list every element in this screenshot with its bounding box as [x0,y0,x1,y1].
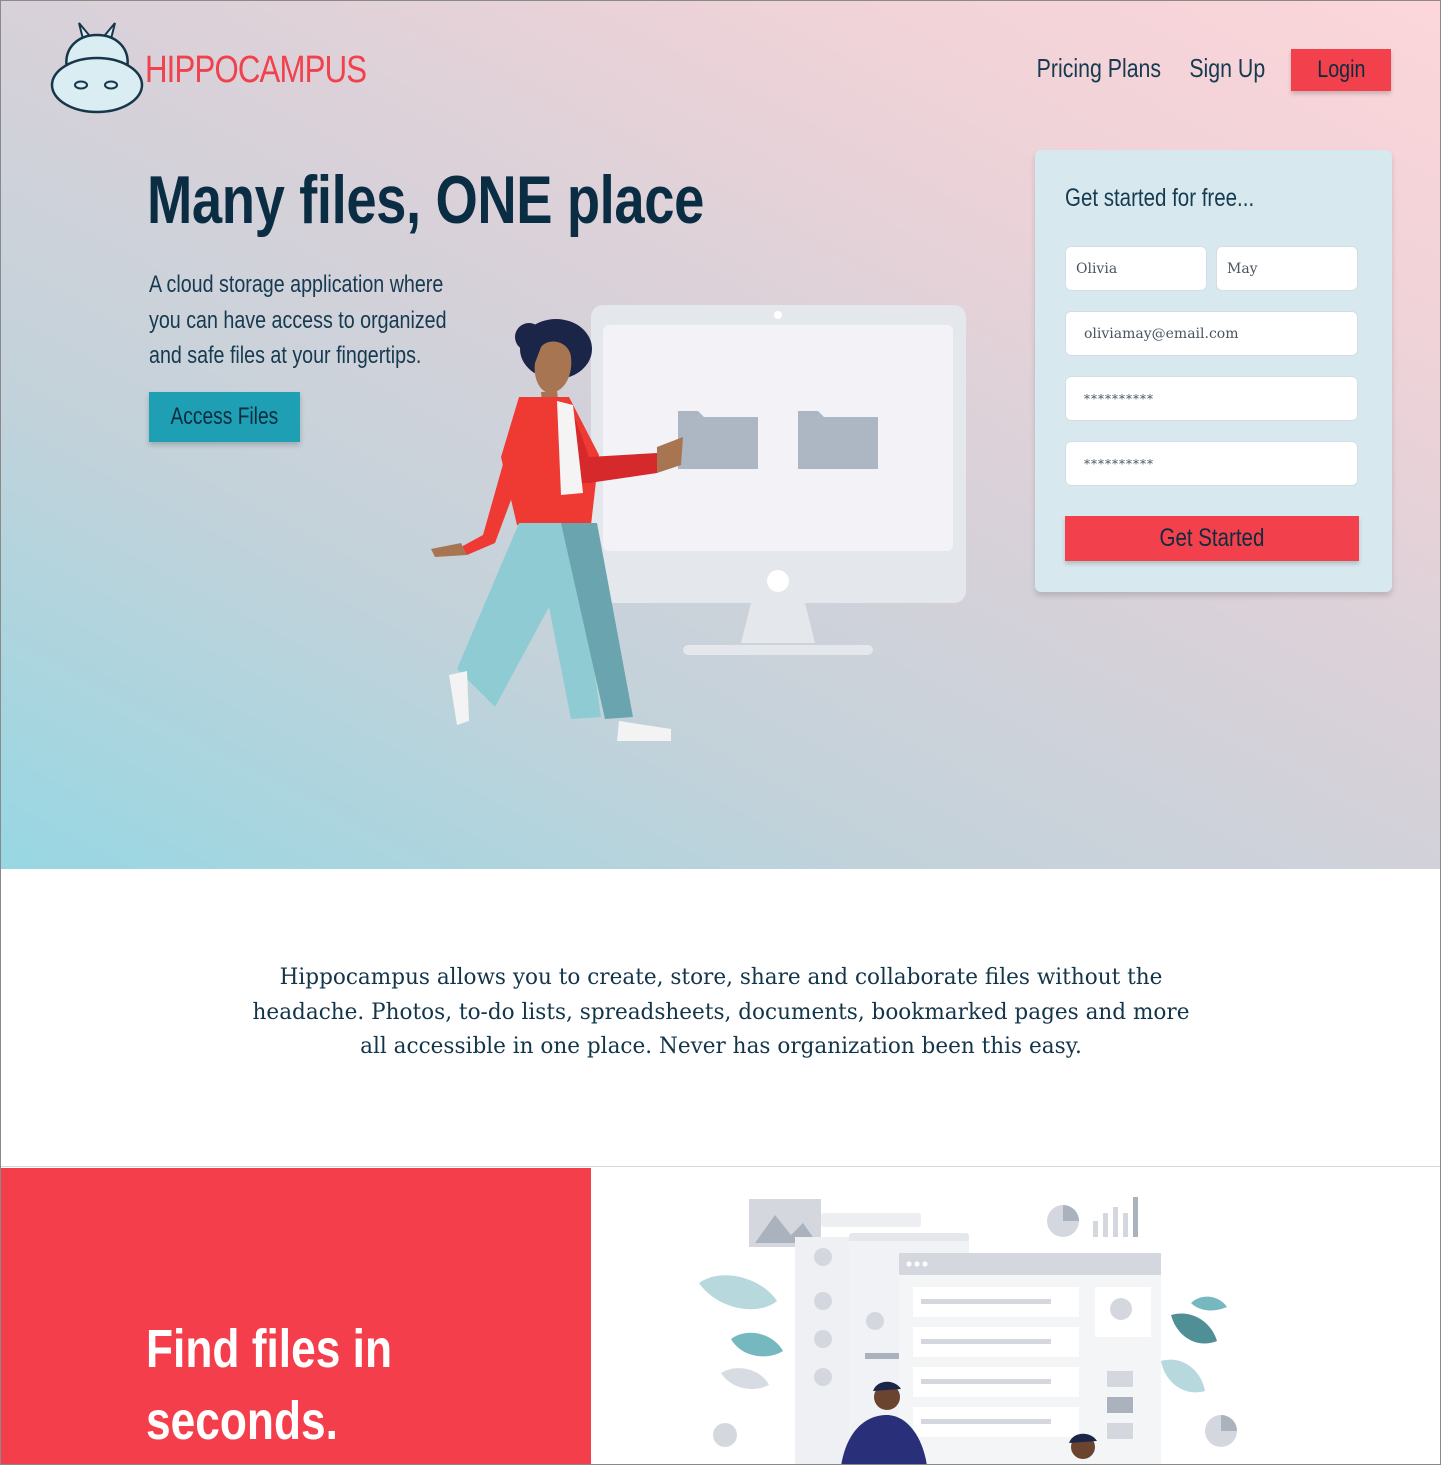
page: HIPPOCAMPUS Pricing Plans Sign Up Login … [0,0,1441,1465]
feature-title: Find files in seconds. [146,1319,393,1451]
hero-headline: Many files, ONE place [147,162,704,238]
password-field[interactable]: ********** [1065,376,1358,421]
confirm-password-field[interactable]: ********** [1065,441,1358,486]
person-at-monitor-illustration [431,305,966,741]
nav-pricing-plans[interactable]: Pricing Plans [1037,53,1161,84]
signup-card: Get started for free... Olivia May olivi… [1035,150,1392,592]
signup-title: Get started for free... [1065,184,1255,212]
about-section: Hippocampus allows you to create, store,… [1,869,1440,1167]
hippo-icon [50,22,144,114]
login-button[interactable]: Login [1291,49,1391,91]
get-started-label: Get Started [1159,524,1265,552]
brand-name: HIPPOCAMPUS [145,49,367,91]
file-organization-illustration [699,1197,1237,1464]
about-text: Hippocampus allows you to create, store,… [252,965,1190,1059]
last-name-field[interactable]: May [1216,246,1358,291]
first-name-field[interactable]: Olivia [1065,246,1207,291]
nav-sign-up[interactable]: Sign Up [1189,53,1265,84]
login-button-label: Login [1316,56,1366,83]
email-field[interactable]: oliviamay@email.com [1065,311,1358,356]
logo[interactable]: HIPPOCAMPUS [49,19,367,115]
access-files-label: Access Files [170,403,279,430]
hero-section: HIPPOCAMPUS Pricing Plans Sign Up Login … [1,1,1440,869]
access-files-button[interactable]: Access Files [149,392,300,442]
get-started-button[interactable]: Get Started [1065,516,1359,561]
